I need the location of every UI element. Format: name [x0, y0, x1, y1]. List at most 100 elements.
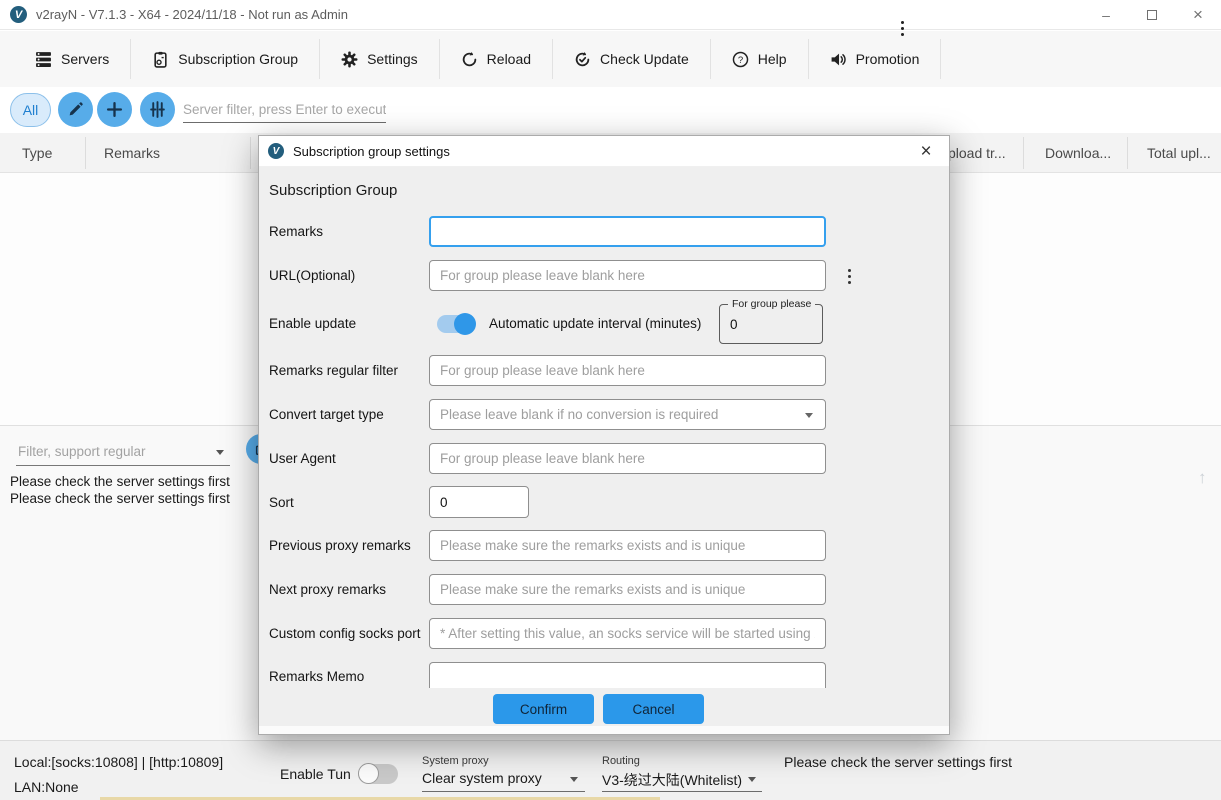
toggle-knob: [358, 763, 379, 784]
pencil-icon: [67, 101, 84, 118]
column-divider[interactable]: [250, 137, 251, 169]
statusbar: Local:[socks:10808] | [http:10809] LAN:N…: [0, 740, 1221, 800]
toolbar-reload[interactable]: Reload: [440, 40, 552, 78]
maximize-button[interactable]: [1129, 0, 1175, 30]
status-message: Please check the server settings first: [784, 754, 1012, 770]
enable-tun-label: Enable Tun: [280, 766, 351, 782]
toolbar-check-update-label: Check Update: [600, 51, 689, 67]
toolbar-subscription-group[interactable]: Subscription Group: [131, 40, 319, 78]
remarks-memo-input[interactable]: [429, 662, 826, 688]
column-header-upload-traffic[interactable]: pload tr...: [948, 133, 1006, 173]
group-all-button[interactable]: All: [10, 93, 51, 127]
custom-socks-label: Custom config socks port: [269, 626, 421, 641]
enable-update-toggle[interactable]: [437, 315, 475, 333]
remarks-memo-label: Remarks Memo: [269, 669, 364, 684]
routing-underline: [602, 791, 762, 792]
prev-proxy-input[interactable]: [429, 530, 826, 561]
routing-select[interactable]: V3-绕过大陆(Whitelist): [602, 770, 742, 790]
scroll-top-icon[interactable]: ↑: [1198, 468, 1207, 488]
servers-icon: [35, 51, 52, 68]
main-toolbar: Servers Subscription Group Settings: [0, 31, 1221, 87]
column-header-download[interactable]: Downloa...: [1045, 133, 1111, 173]
remarks-filter-label: Remarks regular filter: [269, 363, 398, 378]
update-interval-label: Automatic update interval (minutes): [489, 316, 701, 331]
column-header-remarks[interactable]: Remarks: [104, 133, 160, 173]
log-line: Please check the server settings first: [10, 474, 230, 489]
close-button[interactable]: ×: [1175, 0, 1221, 30]
custom-socks-input[interactable]: [429, 618, 826, 649]
next-proxy-label: Next proxy remarks: [269, 582, 386, 597]
edit-group-button[interactable]: [58, 92, 93, 127]
column-divider[interactable]: [1023, 137, 1024, 169]
chevron-down-icon: [748, 777, 756, 782]
toolbar-help-label: Help: [758, 51, 787, 67]
window-title: v2rayN - V7.1.3 - X64 - 2024/11/18 - Not…: [36, 7, 348, 22]
routing-caption: Routing: [602, 755, 640, 767]
toggle-knob: [454, 313, 476, 335]
dialog-title: Subscription group settings: [293, 144, 450, 159]
maximize-icon: [1147, 10, 1157, 20]
dialog-section-title: Subscription Group: [269, 182, 397, 199]
server-filter-input[interactable]: [183, 97, 386, 123]
column-divider[interactable]: [85, 137, 86, 169]
help-icon: ?: [732, 51, 749, 68]
toolbar-settings[interactable]: Settings: [320, 40, 439, 78]
toolbar-servers[interactable]: Servers: [14, 40, 130, 78]
sort-input[interactable]: [429, 486, 529, 518]
toolbar-subscription-group-label: Subscription Group: [178, 51, 298, 67]
window-controls: – ×: [1083, 0, 1221, 30]
convert-target-placeholder: Please leave blank if no conversion is r…: [440, 407, 718, 422]
column-header-total-upload[interactable]: Total upl...: [1147, 133, 1211, 173]
column-header-type[interactable]: Type: [22, 133, 52, 173]
toolbar-servers-label: Servers: [61, 51, 109, 67]
url-label: URL(Optional): [269, 268, 355, 283]
svg-text:?: ?: [738, 55, 743, 66]
system-proxy-underline: [422, 791, 585, 792]
sort-groups-button[interactable]: [140, 92, 175, 127]
dialog-titlebar: V Subscription group settings ×: [259, 136, 949, 167]
enable-update-label: Enable update: [269, 316, 356, 331]
remarks-input[interactable]: [429, 216, 826, 247]
promotion-icon: [830, 51, 847, 68]
add-group-button[interactable]: [97, 92, 132, 127]
convert-target-select[interactable]: Please leave blank if no conversion is r…: [429, 399, 826, 430]
lan-label: LAN:None: [14, 779, 79, 795]
subscription-group-icon: [152, 51, 169, 68]
reload-icon: [461, 51, 478, 68]
toolbar-more-menu[interactable]: [895, 14, 909, 42]
gear-icon: [341, 51, 358, 68]
next-proxy-input[interactable]: [429, 574, 826, 605]
dialog-footer-strip: [259, 726, 949, 734]
v2rayn-logo-icon: V: [10, 6, 27, 23]
message-filter-placeholder: Filter, support regular: [18, 444, 146, 459]
toolbar-promotion-label: Promotion: [856, 51, 920, 67]
dialog-close-button[interactable]: ×: [913, 139, 939, 165]
user-agent-input[interactable]: [429, 443, 826, 474]
enable-tun-toggle[interactable]: [358, 764, 398, 784]
remarks-filter-input[interactable]: [429, 355, 826, 386]
window-titlebar: V v2rayN - V7.1.3 - X64 - 2024/11/18 - N…: [0, 0, 1221, 30]
tune-slider-icon: [149, 101, 166, 118]
cancel-button[interactable]: Cancel: [603, 694, 704, 724]
plus-icon: [106, 101, 123, 118]
minimize-button[interactable]: –: [1083, 0, 1129, 30]
subscription-group-settings-dialog: V Subscription group settings × Subscrip…: [258, 135, 950, 735]
url-input[interactable]: [429, 260, 826, 291]
update-interval-value: 0: [730, 317, 738, 332]
prev-proxy-label: Previous proxy remarks: [269, 538, 411, 553]
system-proxy-select[interactable]: Clear system proxy: [422, 770, 542, 786]
toolbar-separator: [940, 39, 941, 79]
local-ports-label: Local:[socks:10808] | [http:10809]: [14, 754, 223, 770]
toolbar-help[interactable]: ? Help: [711, 40, 808, 78]
chevron-down-icon: [805, 413, 813, 418]
chevron-down-icon: [216, 450, 224, 455]
toolbar-promotion[interactable]: Promotion: [809, 40, 941, 78]
url-more-menu[interactable]: [843, 264, 855, 288]
confirm-button[interactable]: Confirm: [493, 694, 594, 724]
column-divider[interactable]: [1127, 137, 1128, 169]
toolbar-reload-label: Reload: [487, 51, 531, 67]
message-filter-combobox[interactable]: Filter, support regular: [16, 438, 230, 466]
update-interval-field[interactable]: For group please 0: [719, 304, 823, 344]
remarks-label: Remarks: [269, 224, 323, 239]
toolbar-check-update[interactable]: Check Update: [553, 40, 710, 78]
